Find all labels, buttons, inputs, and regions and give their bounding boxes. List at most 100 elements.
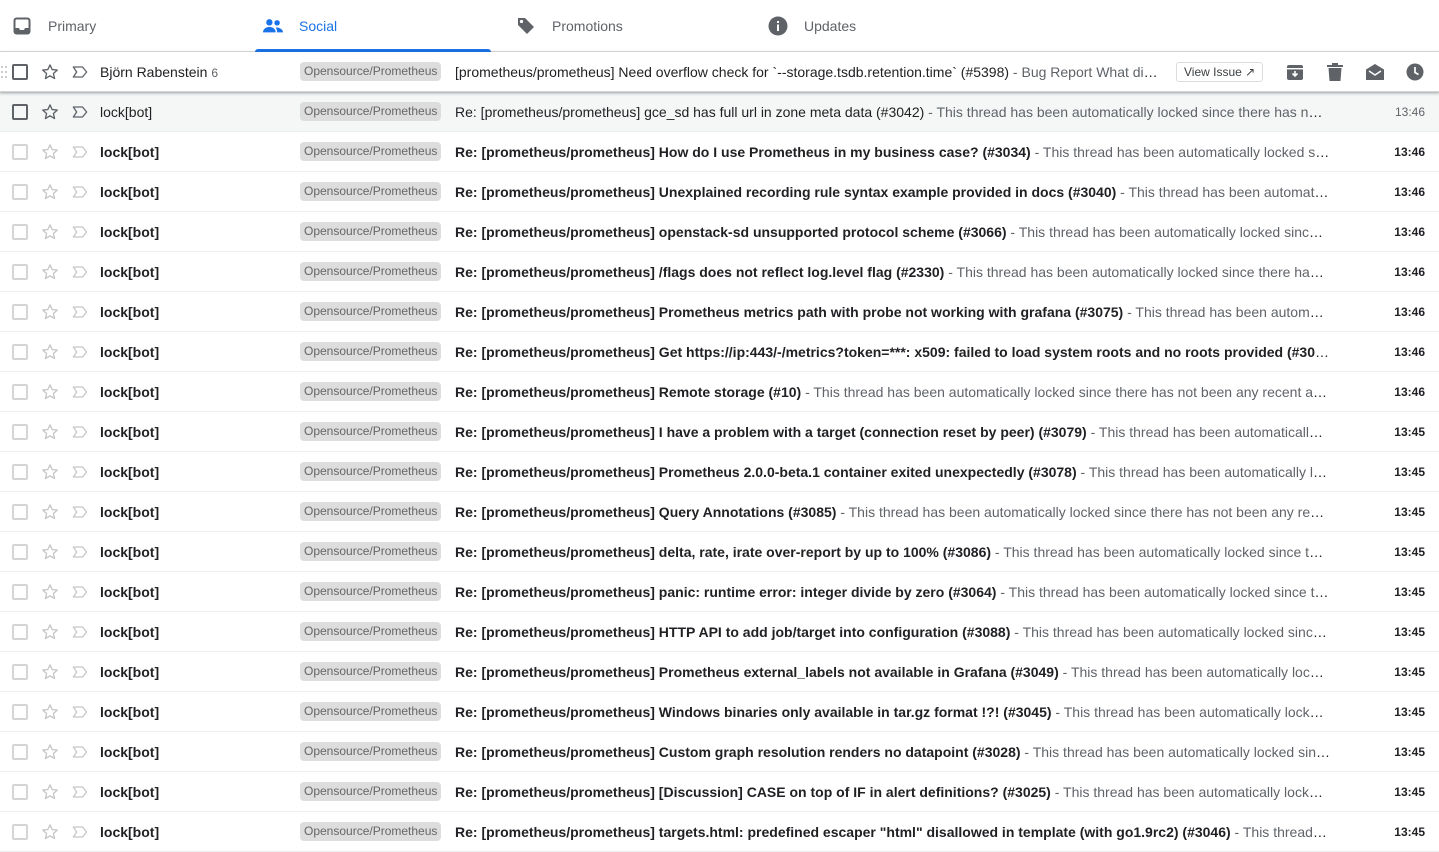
select-checkbox[interactable] [12, 623, 28, 640]
select-checkbox[interactable] [12, 423, 28, 440]
tab-social[interactable]: Social [255, 0, 491, 52]
importance-marker-icon[interactable] [70, 222, 90, 242]
email-row[interactable]: lock[bot] Opensource/Prometheus Re: [prome… [0, 212, 1439, 252]
email-row[interactable]: lock[bot] Opensource/Prometheus Re: [prome… [0, 172, 1439, 212]
importance-marker-icon[interactable] [70, 302, 90, 322]
email-row[interactable]: lock[bot] Opensource/Prometheus Re: [prome… [0, 572, 1439, 612]
star-icon[interactable] [40, 342, 60, 362]
importance-marker-icon[interactable] [70, 382, 90, 402]
select-checkbox[interactable] [12, 223, 28, 240]
email-row[interactable]: lock[bot] Opensource/Prometheus Re: [prome… [0, 132, 1439, 172]
select-checkbox[interactable] [12, 143, 28, 160]
star-icon[interactable] [40, 222, 60, 242]
star-icon[interactable] [40, 462, 60, 482]
label-badge[interactable]: Opensource/Prometheus [300, 622, 442, 641]
select-checkbox[interactable] [12, 463, 28, 480]
select-checkbox[interactable] [12, 303, 28, 320]
delete-button[interactable] [1325, 62, 1345, 82]
label-badge[interactable]: Opensource/Prometheus [300, 582, 442, 601]
label-badge[interactable]: Opensource/Prometheus [300, 182, 442, 201]
email-row[interactable]: lock[bot] Opensource/Prometheus Re: [prome… [0, 652, 1439, 692]
email-row[interactable]: lock[bot] Opensource/Prometheus Re: [prome… [0, 372, 1439, 412]
star-icon[interactable] [40, 422, 60, 442]
select-checkbox[interactable] [12, 583, 28, 600]
star-icon[interactable] [40, 302, 60, 322]
email-row[interactable]: lock[bot] Opensource/Prometheus Re: [prome… [0, 452, 1439, 492]
star-icon[interactable] [40, 102, 60, 122]
email-row[interactable]: Björn Rabenstein 6 Opensource/Prometheus [p… [0, 52, 1439, 92]
label-badge[interactable]: Opensource/Prometheus [300, 422, 442, 441]
importance-marker-icon[interactable] [70, 262, 90, 282]
importance-marker-icon[interactable] [70, 782, 90, 802]
email-row[interactable]: lock[bot] Opensource/Prometheus Re: [prome… [0, 292, 1439, 332]
select-checkbox[interactable] [12, 383, 28, 400]
select-checkbox[interactable] [12, 783, 28, 800]
email-row[interactable]: lock[bot] Opensource/Prometheus Re: [prome… [0, 92, 1439, 132]
star-icon[interactable] [40, 262, 60, 282]
label-badge[interactable]: Opensource/Prometheus [300, 462, 442, 481]
star-icon[interactable] [40, 662, 60, 682]
select-checkbox[interactable] [12, 263, 28, 280]
label-badge[interactable]: Opensource/Prometheus [300, 302, 442, 321]
label-badge[interactable]: Opensource/Prometheus [300, 742, 442, 761]
star-icon[interactable] [40, 142, 60, 162]
email-row[interactable]: lock[bot] Opensource/Prometheus Re: [prome… [0, 692, 1439, 732]
select-checkbox[interactable] [12, 63, 28, 80]
select-checkbox[interactable] [12, 663, 28, 680]
star-icon[interactable] [40, 62, 60, 82]
label-badge[interactable]: Opensource/Prometheus [300, 102, 442, 121]
importance-marker-icon[interactable] [70, 702, 90, 722]
label-badge[interactable]: Opensource/Prometheus [300, 342, 442, 361]
label-badge[interactable]: Opensource/Prometheus [300, 222, 442, 241]
importance-marker-icon[interactable] [70, 742, 90, 762]
email-row[interactable]: lock[bot] Opensource/Prometheus Re: [prome… [0, 412, 1439, 452]
importance-marker-icon[interactable] [70, 62, 90, 82]
select-checkbox[interactable] [12, 503, 28, 520]
label-badge[interactable]: Opensource/Prometheus [300, 142, 442, 161]
importance-marker-icon[interactable] [70, 502, 90, 522]
star-icon[interactable] [40, 182, 60, 202]
label-badge[interactable]: Opensource/Prometheus [300, 662, 442, 681]
select-checkbox[interactable] [12, 183, 28, 200]
star-icon[interactable] [40, 742, 60, 762]
mark-as-read-button[interactable] [1365, 62, 1385, 82]
label-badge[interactable]: Opensource/Prometheus [300, 502, 442, 521]
email-row[interactable]: lock[bot] Opensource/Prometheus Re: [prome… [0, 492, 1439, 532]
importance-marker-icon[interactable] [70, 142, 90, 162]
star-icon[interactable] [40, 582, 60, 602]
label-badge[interactable]: Opensource/Prometheus [300, 542, 442, 561]
label-badge[interactable]: Opensource/Prometheus [300, 782, 442, 801]
importance-marker-icon[interactable] [70, 102, 90, 122]
tab-promotions[interactable]: Promotions [516, 0, 752, 52]
select-checkbox[interactable] [12, 823, 28, 840]
email-row[interactable]: lock[bot] Opensource/Prometheus Re: [prome… [0, 812, 1439, 852]
select-checkbox[interactable] [12, 543, 28, 560]
select-checkbox[interactable] [12, 343, 28, 360]
email-row[interactable]: lock[bot] Opensource/Prometheus Re: [prome… [0, 772, 1439, 812]
select-checkbox[interactable] [12, 703, 28, 720]
label-badge[interactable]: Opensource/Prometheus [300, 62, 442, 81]
star-icon[interactable] [40, 622, 60, 642]
tab-updates[interactable]: Updates [768, 0, 1004, 52]
star-icon[interactable] [40, 782, 60, 802]
star-icon[interactable] [40, 822, 60, 842]
importance-marker-icon[interactable] [70, 662, 90, 682]
email-row[interactable]: lock[bot] Opensource/Prometheus Re: [prome… [0, 252, 1439, 292]
star-icon[interactable] [40, 502, 60, 522]
star-icon[interactable] [40, 702, 60, 722]
view-issue-button[interactable]: View Issue ↗ [1176, 62, 1264, 82]
importance-marker-icon[interactable] [70, 422, 90, 442]
email-row[interactable]: lock[bot] Opensource/Prometheus Re: [prome… [0, 332, 1439, 372]
importance-marker-icon[interactable] [70, 622, 90, 642]
email-row[interactable]: lock[bot] Opensource/Prometheus Re: [prome… [0, 532, 1439, 572]
label-badge[interactable]: Opensource/Prometheus [300, 382, 442, 401]
email-row[interactable]: lock[bot] Opensource/Prometheus Re: [prome… [0, 732, 1439, 772]
label-badge[interactable]: Opensource/Prometheus [300, 262, 442, 281]
drag-handle[interactable] [1, 65, 9, 79]
importance-marker-icon[interactable] [70, 462, 90, 482]
label-badge[interactable]: Opensource/Prometheus [300, 822, 442, 841]
archive-button[interactable] [1285, 62, 1305, 82]
star-icon[interactable] [40, 542, 60, 562]
importance-marker-icon[interactable] [70, 582, 90, 602]
importance-marker-icon[interactable] [70, 542, 90, 562]
